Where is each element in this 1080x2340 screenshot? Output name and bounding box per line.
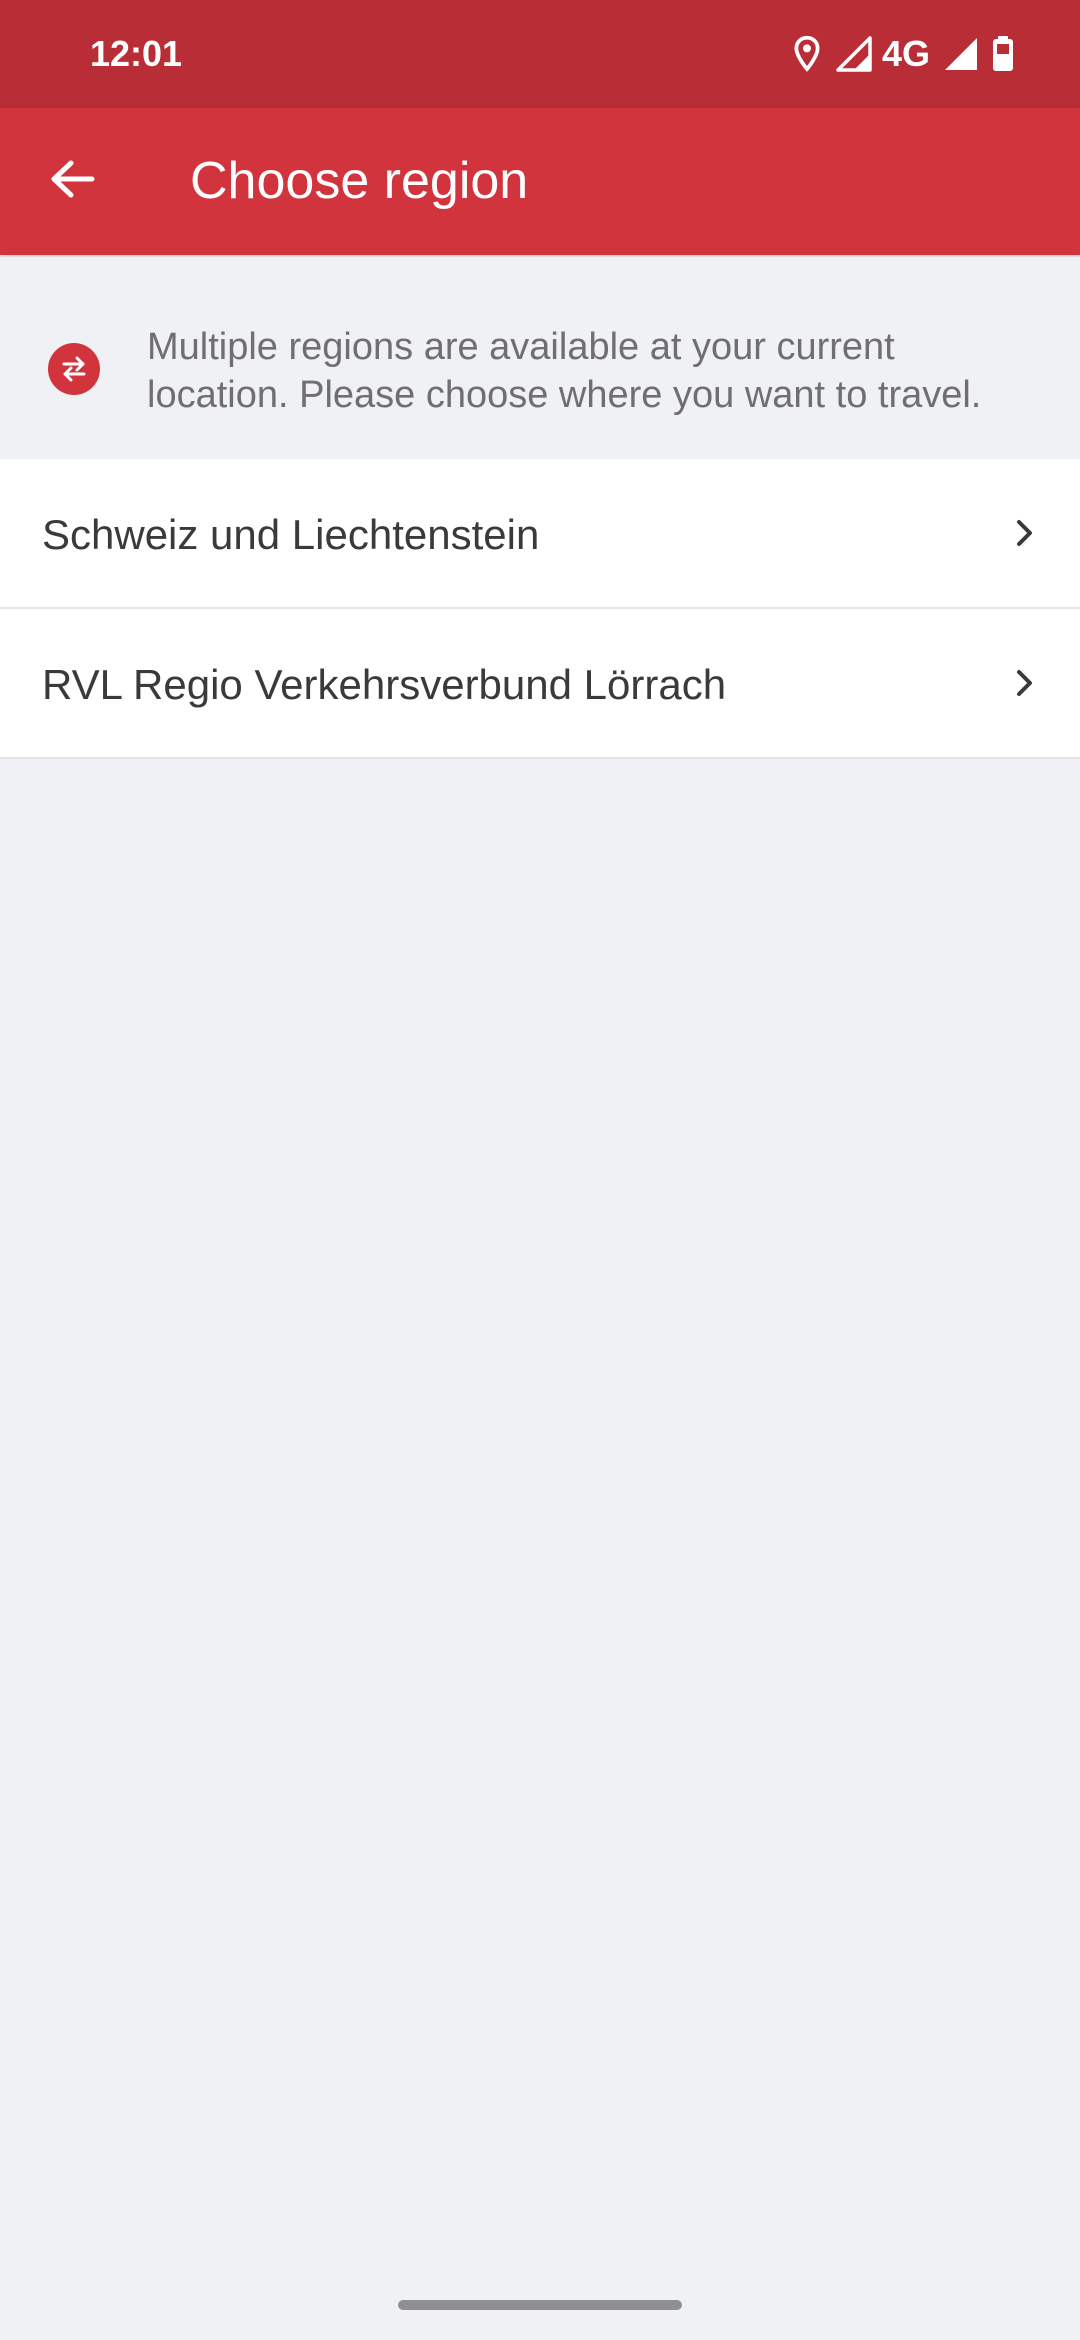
info-message: Multiple regions are available at your c… (147, 326, 982, 416)
signal-icon (836, 36, 872, 72)
page-title: Choose region (190, 152, 529, 210)
region-label: RVL Regio Verkehrsverbund Lörrach (42, 661, 727, 708)
region-item-rvl-regio-verkehrsverbund-loerrach[interactable]: RVL Regio Verkehrsverbund Lörrach (0, 609, 1080, 759)
location-icon (792, 35, 822, 73)
network-type: 4G (881, 33, 930, 74)
signal-icon (944, 37, 978, 71)
chevron-right-icon (1006, 515, 1042, 551)
status-bar: 12:01 4G (0, 0, 1080, 108)
app-bar: Choose region (0, 108, 1080, 255)
status-icons: 4G (792, 30, 1014, 78)
battery-icon (992, 36, 1014, 72)
region-label: Schweiz und Liechtenstein (42, 511, 540, 558)
region-item-schweiz-und-liechtenstein[interactable]: Schweiz und Liechtenstein (0, 459, 1080, 609)
home-indicator[interactable] (398, 2300, 682, 2310)
region-list: Schweiz und Liechtenstein RVL Regio Verk… (0, 459, 1080, 759)
arrow-left-icon (49, 159, 95, 204)
back-button[interactable] (30, 139, 114, 223)
status-time: 12:01 (90, 33, 183, 74)
info-banner: Multiple regions are available at your c… (0, 257, 1080, 459)
swap-arrows-icon (48, 343, 100, 395)
chevron-right-icon (1006, 665, 1042, 701)
